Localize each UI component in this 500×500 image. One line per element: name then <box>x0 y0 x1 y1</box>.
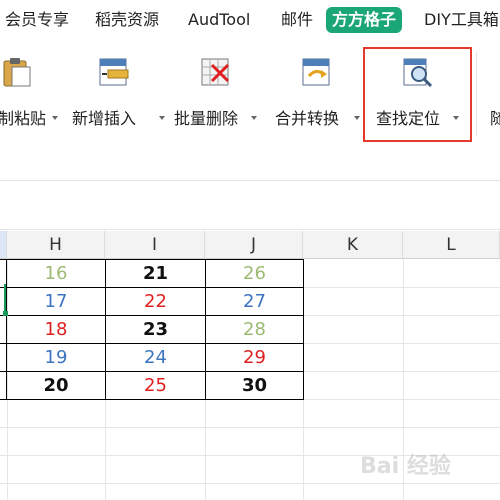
tab-fangfang[interactable]: 方方格子 <box>326 7 403 33</box>
cell-value: 28 <box>243 319 266 340</box>
cell-i5[interactable]: 25 <box>106 372 205 400</box>
insert-row-icon <box>99 58 129 86</box>
grid-line <box>0 427 500 428</box>
cell-i4[interactable]: 24 <box>106 344 205 372</box>
cell-value: 24 <box>144 347 167 368</box>
tab-mail[interactable]: 邮件 <box>281 7 313 33</box>
column-header-k[interactable]: K <box>303 231 403 259</box>
formula-bar[interactable] <box>0 180 500 230</box>
cell-value: 16 <box>44 263 68 284</box>
cell-value: 23 <box>142 319 169 340</box>
tab-docer[interactable]: 稻壳资源 <box>95 7 159 33</box>
cell-value: 17 <box>44 291 68 312</box>
column-header-l[interactable]: L <box>403 231 500 259</box>
batch-delete-label: 批量删除 <box>174 109 239 128</box>
column-header-j[interactable]: J <box>205 231 303 259</box>
paste-label: 制粘贴 <box>0 109 47 128</box>
cell-h1[interactable]: 16 <box>7 260 105 288</box>
cell-value: 20 <box>43 375 69 396</box>
highlight-frame <box>363 47 472 142</box>
cell-value: 22 <box>144 291 167 312</box>
random-tool[interactable]: 随 <box>484 52 500 132</box>
paste-tool[interactable]: 制粘贴 <box>0 52 60 132</box>
insert-label: 新增插入 <box>72 109 137 128</box>
cell-j4[interactable]: 29 <box>206 344 303 372</box>
cell-j2[interactable]: 27 <box>206 288 303 316</box>
grid-line <box>0 483 500 484</box>
menu-tab-bar: 会员专享 稻壳资源 AudTool 邮件 方方格子 DIY工具箱 <box>0 0 500 40</box>
batch-delete-tool[interactable]: 批量删除 <box>174 52 264 132</box>
cell-h3[interactable]: 18 <box>7 316 105 344</box>
cell-value: 26 <box>243 263 266 284</box>
cell-value: 18 <box>44 319 68 340</box>
chevron-down-icon <box>354 116 360 120</box>
fill-handle[interactable] <box>3 311 8 316</box>
ribbon-divider <box>476 52 477 136</box>
merge-convert-icon <box>302 58 330 86</box>
selection-border <box>4 284 6 312</box>
clipboard-icon <box>3 58 31 87</box>
cell-i3[interactable]: 23 <box>106 316 205 344</box>
column-header-i[interactable]: I <box>105 231 205 259</box>
cell-value: 27 <box>243 291 266 312</box>
table-border <box>303 259 304 399</box>
cell-value: 30 <box>241 375 268 396</box>
cell-j5[interactable]: 30 <box>206 372 303 400</box>
cell-h5[interactable]: 20 <box>7 372 105 400</box>
insert-tool[interactable]: 新增插入 <box>72 52 165 132</box>
cell-i2[interactable]: 22 <box>106 288 205 316</box>
cell-value: 25 <box>144 375 167 396</box>
cell-value: 19 <box>44 347 68 368</box>
merge-convert-tool[interactable]: 合并转换 <box>275 52 365 132</box>
cell-value: 21 <box>142 263 169 284</box>
cell-j1[interactable]: 26 <box>206 260 303 288</box>
cell-h2[interactable]: 17 <box>7 288 105 316</box>
cell-value: 29 <box>243 347 266 368</box>
merge-convert-label: 合并转换 <box>275 109 340 128</box>
chevron-down-icon <box>52 116 58 120</box>
column-header-h[interactable]: H <box>7 231 105 259</box>
watermark: Bai 经验 <box>360 454 451 479</box>
tab-audtool[interactable]: AudTool <box>188 7 250 33</box>
chevron-down-icon <box>251 116 257 120</box>
tab-member[interactable]: 会员专享 <box>5 7 69 33</box>
cell-j3[interactable]: 28 <box>206 316 303 344</box>
delete-table-icon <box>201 58 230 86</box>
tab-diy-toolbox[interactable]: DIY工具箱 <box>424 7 499 33</box>
column-header[interactable] <box>0 231 7 259</box>
cell-i1[interactable]: 21 <box>106 260 205 288</box>
cell-h4[interactable]: 19 <box>7 344 105 372</box>
chevron-down-icon <box>159 116 165 120</box>
random-label: 随 <box>490 109 500 128</box>
